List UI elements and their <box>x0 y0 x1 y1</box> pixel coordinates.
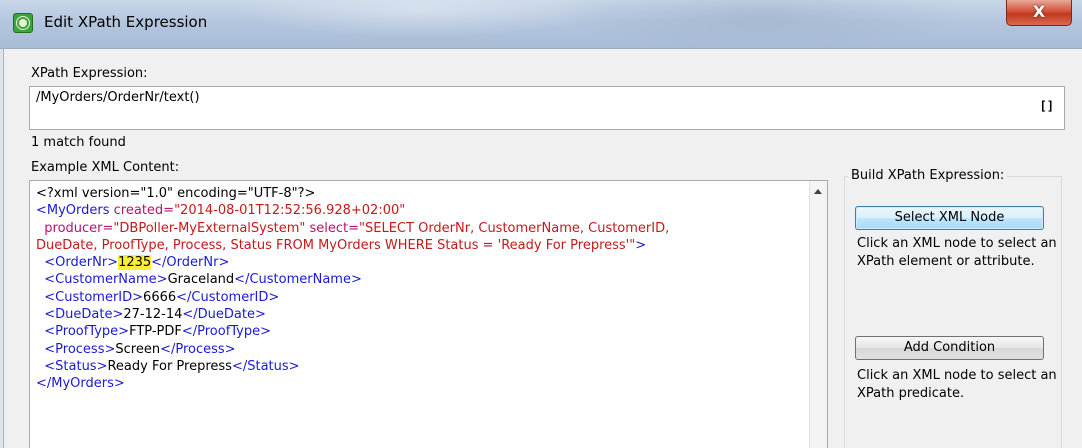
close-button[interactable]: X <box>1006 0 1072 26</box>
xml-node-ordernr-close: </OrderNr> <box>151 255 230 271</box>
xml-node-myorders-close: </MyOrders> <box>36 376 125 392</box>
xml-attr-created-value: "2014-08-01T12:52:56.928+02:00" <box>174 203 406 219</box>
xml-declaration[interactable]: <?xml version="1.0" encoding="UTF-8"?> <box>36 186 315 201</box>
xml-attr-created[interactable]: created= <box>110 203 174 218</box>
xpath-expression-label: XPath Expression: <box>31 66 148 81</box>
xpath-expression-input[interactable]: /MyOrders/OrderNr/text() [] <box>29 86 1065 130</box>
xml-node-prooftype-close: </ProofType> <box>181 324 272 340</box>
window-title: Edit XPath Expression <box>44 13 208 31</box>
xml-node-status[interactable]: <Status> <box>36 359 107 374</box>
xml-attr-producer[interactable]: producer= <box>36 221 113 236</box>
xml-attr-select-value: "SELECT OrderNr, CustomerName, CustomerI… <box>359 220 670 236</box>
xml-node-duedate-close: </DueDate> <box>182 307 266 323</box>
xml-content-pane[interactable]: <?xml version="1.0" encoding="UTF-8"?> <… <box>29 180 828 448</box>
xml-text-prooftype[interactable]: FTP-PDF <box>129 324 182 339</box>
scroll-up-arrow-icon[interactable] <box>814 189 822 194</box>
title-bar: Edit XPath Expression X <box>0 0 1082 49</box>
xml-node-myorders[interactable]: <MyOrders <box>36 203 110 218</box>
add-condition-button[interactable]: Add Condition <box>855 336 1044 360</box>
xml-node-status-close: </Status> <box>231 358 300 374</box>
select-xml-node-help: Click an XML node to select an XPath ele… <box>857 236 1057 269</box>
xml-content: <?xml version="1.0" encoding="UTF-8"?> <… <box>36 185 806 393</box>
xml-node-duedate[interactable]: <DueDate> <box>36 307 123 322</box>
xml-text-customerid[interactable]: 6666 <box>143 290 176 305</box>
brackets-button[interactable]: [] <box>1040 99 1054 113</box>
xml-attr-producer-value: "DBPoller-MyExternalSystem" <box>113 220 306 236</box>
xml-node-process[interactable]: <Process> <box>36 342 115 357</box>
xml-node-customerid[interactable]: <CustomerID> <box>36 290 143 305</box>
xml-attr-select[interactable]: select= <box>305 221 360 236</box>
xml-text-customername[interactable]: Graceland <box>168 272 235 287</box>
xml-node-customername[interactable]: <CustomerName> <box>36 272 167 287</box>
xml-text-ordernr[interactable]: 1235 <box>118 255 152 271</box>
xml-node-process-close: </Process> <box>160 341 236 357</box>
xml-text-status[interactable]: Ready For Prepress <box>107 359 231 374</box>
select-xml-node-button[interactable]: Select XML Node <box>855 206 1044 230</box>
example-xml-label: Example XML Content: <box>31 160 180 175</box>
xml-node-customerid-close: </CustomerID> <box>176 289 280 305</box>
match-status: 1 match found <box>31 135 126 150</box>
xml-node-prooftype[interactable]: <ProofType> <box>36 324 129 339</box>
xml-node-ordernr[interactable]: <OrderNr> <box>36 255 118 270</box>
xml-node-customername-close: </CustomerName> <box>234 272 362 288</box>
xml-tag-close-bracket: > <box>635 237 647 253</box>
xml-text-duedate[interactable]: 27-12-14 <box>123 307 182 322</box>
add-condition-help: Click an XML node to select an XPath pre… <box>857 368 1057 401</box>
build-xpath-title: Build XPath Expression: <box>848 168 1008 183</box>
xml-text-process[interactable]: Screen <box>115 342 160 357</box>
gear-icon <box>13 13 33 33</box>
xpath-expression-value: /MyOrders/OrderNr/text() <box>36 90 200 105</box>
xml-attr-select-value-cont: DueDate, ProofType, Process, Status FROM… <box>36 237 636 253</box>
xml-scrollbar[interactable] <box>809 181 827 448</box>
